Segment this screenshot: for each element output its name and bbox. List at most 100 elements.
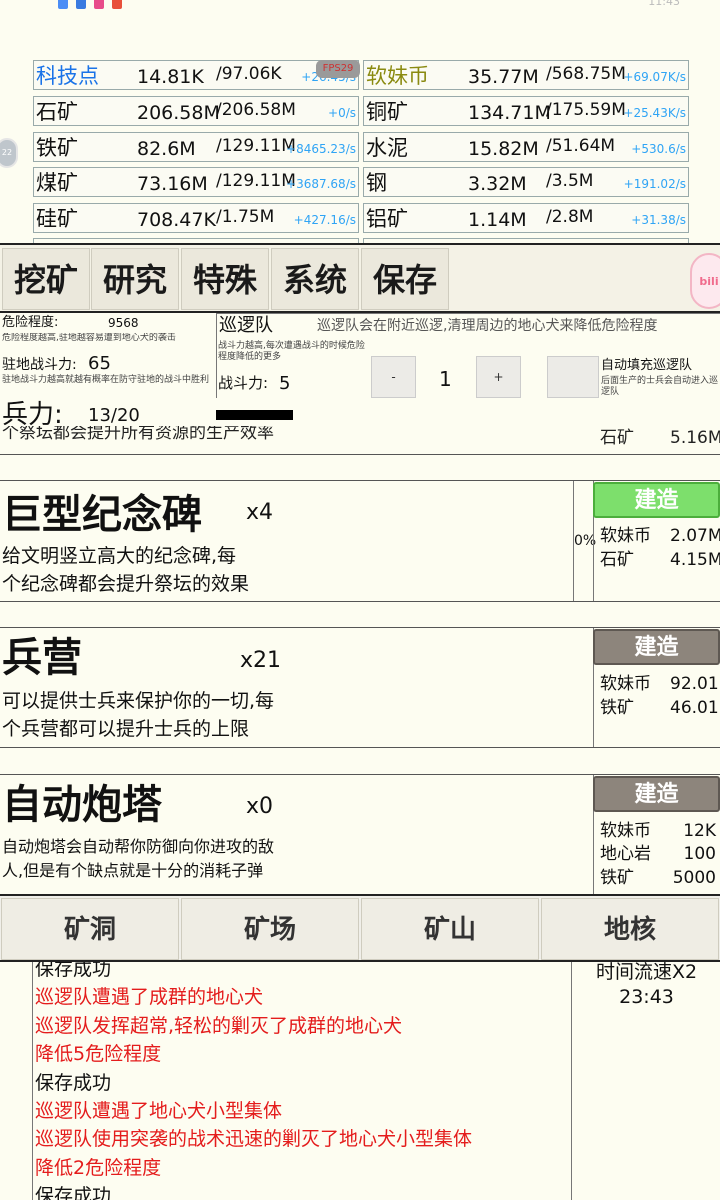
auto-fill-label: 自动填充巡逻队	[601, 358, 693, 373]
resource-current: 206.58M	[137, 102, 220, 124]
danger-panel: 危险程度: 9568 危险程度越高,驻地越容易遭到地心犬的袭击 驻地战斗力: 6…	[0, 313, 720, 405]
status-clock: 11:43	[648, 0, 680, 8]
divider	[0, 454, 720, 455]
tab-cave[interactable]: 矿洞	[1, 898, 179, 960]
time-speed: 时间流速X2	[595, 961, 698, 983]
building-monument: 巨型纪念碑 x4 给文明竖立高大的纪念碑,每 个纪念碑都会提升祭坛的效果 0% …	[0, 480, 720, 602]
patrol-title: 巡逻队	[219, 315, 273, 336]
log-entry: 巡逻队遭遇了地心犬小型集体	[35, 1100, 283, 1122]
cost-item: 软妹币 12K	[600, 819, 716, 843]
tab-system[interactable]: 系统	[271, 248, 359, 310]
resource-name: 钢	[366, 171, 387, 195]
resource-max: /129.11M	[216, 136, 296, 156]
building-desc-2: 个兵营都可以提升士兵的上限	[2, 718, 250, 740]
resource-current: 15.82M	[468, 138, 539, 160]
cost-name: 铁矿	[600, 868, 634, 888]
resource-name: 硅矿	[36, 207, 78, 231]
cost-item: 软妹币 92.01M	[600, 672, 720, 696]
fps-badge: FPS29	[316, 60, 360, 78]
resource-row: 铝矿 1.14M/2.8M +31.38/s	[363, 203, 689, 233]
garrison-value: 65	[88, 353, 111, 374]
cost-name: 地心岩	[600, 844, 651, 864]
video-notification-icon	[112, 0, 122, 9]
resource-max: /129.11M	[216, 171, 296, 191]
resource-row: 水泥 15.82M/51.64M +530.6/s	[363, 132, 689, 162]
resource-name: 水泥	[366, 136, 408, 160]
resource-name: 铝矿	[366, 207, 408, 231]
troops-value: 13/20	[88, 405, 140, 426]
resource-rate: +25.43K/s	[623, 106, 686, 120]
resource-current: 14.81K	[137, 66, 204, 88]
tab-mountain[interactable]: 矿山	[361, 898, 539, 960]
resource-current: 3.32M	[468, 173, 527, 195]
build-button[interactable]: 建造	[593, 629, 720, 665]
tab-mining[interactable]: 挖矿	[2, 248, 90, 310]
troops-label: 兵力:	[2, 400, 63, 430]
resource-max: /97.06K	[216, 64, 282, 84]
resource-row: 石矿 206.58M/206.58M +0/s	[33, 96, 359, 126]
building-name: 兵营	[2, 635, 82, 681]
building-turret: 自动炮塔 x0 自动炮塔会自动帮你防御向你进攻的敌 人,但是有个缺点就是十分的消…	[0, 774, 720, 894]
app-notification-icon	[76, 0, 86, 9]
patrol-power-label: 战斗力:	[218, 374, 269, 392]
resource-row: 科技点14.81K/97.06K+26.45/s	[33, 60, 359, 90]
increase-button[interactable]: +	[476, 356, 521, 398]
resource-rate: +8465.23/s	[286, 142, 356, 156]
resource-name: 煤矿	[36, 171, 78, 195]
event-log[interactable]: 保存成功 巡逻队遭遇了成群的地心犬 巡逻队发挥超常,轻松的剿灭了成群的地心犬 降低5危…	[32, 962, 572, 1200]
log-entry: 保存成功	[35, 962, 112, 980]
auto-fill-toggle[interactable]	[547, 356, 599, 398]
patrol-power-value: 5	[279, 373, 291, 394]
resource-max: /175.59M	[546, 100, 626, 120]
decrease-button[interactable]: -	[371, 356, 416, 398]
cost-value: 100	[683, 844, 716, 864]
build-button[interactable]: 建造	[593, 482, 720, 518]
build-button[interactable]: 建造	[593, 776, 720, 812]
cost-item: 铁矿 5000	[600, 866, 716, 890]
patrol-desc: 巡逻队会在附近巡逻,清理周边的地心犬来降低危险程度	[317, 318, 658, 334]
app-notification-icon	[58, 0, 68, 9]
resource-current: 708.47K	[137, 209, 216, 231]
cost-name: 铁矿	[600, 698, 634, 718]
cut-cost-value: 5.16M	[670, 428, 720, 448]
building-name: 自动炮塔	[2, 782, 162, 828]
resource-name: 科技点	[36, 64, 99, 88]
resource-max: /2.8M	[546, 207, 594, 227]
cost-name: 石矿	[600, 550, 634, 570]
resource-max: /568.75M	[546, 64, 626, 84]
resource-rate: +191.02/s	[623, 177, 686, 191]
log-entry: 降低5危险程度	[35, 1043, 162, 1066]
resource-name: 铜矿	[366, 100, 408, 124]
building-count: x21	[240, 648, 282, 673]
tab-mine-field[interactable]: 矿场	[181, 898, 359, 960]
tab-special[interactable]: 特殊	[181, 248, 269, 310]
cost-value: 12K	[683, 821, 716, 841]
building-desc-2: 个纪念碑都会提升祭坛的效果	[2, 573, 250, 595]
tab-research[interactable]: 研究	[91, 248, 179, 310]
tab-save[interactable]: 保存	[361, 248, 449, 310]
danger-value: 9568	[108, 316, 139, 330]
building-barracks: 兵营 x21 可以提供士兵来保护你的一切,每 个兵营都可以提升士兵的上限 建造 …	[0, 627, 720, 748]
resource-row: 煤矿 73.16M/129.11M +3687.68/s	[33, 167, 359, 197]
resource-row: 硅矿 708.47K/1.75M +427.16/s	[33, 203, 359, 233]
resource-row: 钢 3.32M/3.5M +191.02/s	[363, 167, 689, 197]
resource-current: 134.71M	[468, 102, 551, 124]
log-entry: 巡逻队使用突袭的战术迅速的剿灭了地心犬小型集体	[35, 1128, 473, 1151]
building-desc-1: 给文明竖立高大的纪念碑,每	[2, 545, 237, 567]
auto-fill-desc: 后面生产的士兵会自动进入巡逻队	[601, 376, 719, 397]
resource-row: 软妹币 35.77M/568.75M +69.07K/s	[363, 60, 689, 90]
resource-rate: +530.6/s	[631, 142, 686, 156]
cost-item: 软妹币 2.07M	[600, 524, 720, 548]
building-desc-2: 人,但是有个缺点就是十分的消耗子弹	[2, 861, 264, 880]
building-desc-1: 自动炮塔会自动帮你防御向你进攻的敌	[2, 837, 275, 856]
log-entry: 保存成功	[35, 1185, 112, 1200]
floating-side-icon[interactable]: 22	[0, 138, 18, 168]
patrol-amount: 1	[439, 367, 452, 391]
resource-max: /206.58M	[216, 100, 296, 120]
resource-rate: +69.07K/s	[623, 70, 686, 84]
bilibili-logo[interactable]: bili	[690, 253, 720, 309]
resource-max: /51.64M	[546, 136, 616, 156]
resource-max: /1.75M	[216, 207, 275, 227]
building-count: x0	[246, 794, 274, 819]
tab-core[interactable]: 地核	[541, 898, 719, 960]
